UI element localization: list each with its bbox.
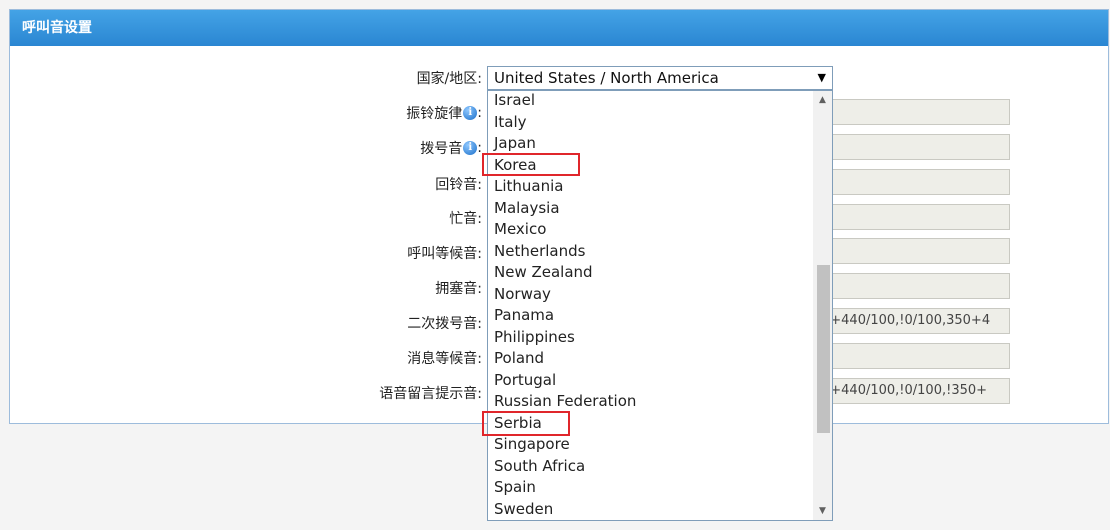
country-option-russian-federation[interactable]: Russian Federation xyxy=(488,391,832,413)
country-label: 国家/地区: xyxy=(417,68,482,88)
dial-tone-label: 拨号音 i: xyxy=(420,140,482,157)
country-option-israel[interactable]: Israel xyxy=(488,91,832,112)
country-option-south-africa[interactable]: South Africa xyxy=(488,456,832,478)
country-select[interactable]: United States / North America ▼ xyxy=(487,66,833,90)
country-option-sweden[interactable]: Sweden xyxy=(488,499,832,521)
ring-melody-label: 振铃旋律 i: xyxy=(406,105,482,122)
congestion-tone-field[interactable] xyxy=(820,273,1010,299)
highlight-box-serbia xyxy=(482,411,570,436)
country-option-norway[interactable]: Norway xyxy=(488,284,832,306)
country-option-singapore[interactable]: Singapore xyxy=(488,434,832,456)
call-waiting-tone-field[interactable] xyxy=(820,238,1010,264)
country-option-malaysia[interactable]: Malaysia xyxy=(488,198,832,220)
congestion-tone-label: 拥塞音: xyxy=(435,278,482,298)
busy-tone-label-text: 忙音: xyxy=(449,211,482,227)
country-option-poland[interactable]: Poland xyxy=(488,348,832,370)
highlight-box-korea xyxy=(482,153,580,176)
country-option-philippines[interactable]: Philippines xyxy=(488,327,832,349)
ringback-tone-label-text: 回铃音: xyxy=(435,177,482,193)
country-option-portugal[interactable]: Portugal xyxy=(488,370,832,392)
country-option-panama[interactable]: Panama xyxy=(488,305,832,327)
ringback-tone-label: 回铃音: xyxy=(435,174,482,194)
congestion-tone-label-text: 拥塞音: xyxy=(435,281,482,297)
message-waiting-tone-label: 消息等候音: xyxy=(407,348,482,368)
country-label-text: 国家/地区: xyxy=(416,71,482,87)
ring-melody-field[interactable] xyxy=(820,99,1010,125)
scroll-down-arrow-icon[interactable]: ▼ xyxy=(813,506,832,516)
country-option-new-zealand[interactable]: New Zealand xyxy=(488,262,832,284)
panel-title: 呼叫音设置 xyxy=(10,10,1108,46)
info-icon[interactable]: i xyxy=(463,141,478,155)
country-option-japan[interactable]: Japan xyxy=(488,133,832,155)
second-dial-tone-label: 二次拨号音: xyxy=(407,313,482,333)
dial-tone-field[interactable] xyxy=(820,134,1010,160)
ring-melody-label-text: 振铃旋律 xyxy=(406,106,463,122)
dropdown-arrow-icon[interactable]: ▼ xyxy=(818,67,826,89)
call-waiting-tone-label-text: 呼叫等候音: xyxy=(407,246,482,262)
info-icon[interactable]: i xyxy=(463,106,478,120)
country-option-netherlands[interactable]: Netherlands xyxy=(488,241,832,263)
second-dial-tone-field[interactable]: 0+440/100,!0/100,350+4 xyxy=(820,308,1010,334)
scrollbar-thumb[interactable] xyxy=(817,265,830,433)
country-option-italy[interactable]: Italy xyxy=(488,112,832,134)
second-dial-tone-label-text: 二次拨号音: xyxy=(407,316,482,332)
voicemail-prompt-tone-label: 语音留言提示音: xyxy=(379,383,482,403)
busy-tone-label: 忙音: xyxy=(449,208,482,228)
country-select-value: United States / North America xyxy=(494,69,719,87)
dropdown-scrollbar[interactable]: ▲ ▼ xyxy=(813,91,832,520)
voicemail-prompt-tone-label-text: 语音留言提示音: xyxy=(379,386,482,402)
message-waiting-tone-label-text: 消息等候音: xyxy=(407,351,482,367)
busy-tone-field[interactable] xyxy=(820,204,1010,230)
call-waiting-tone-label: 呼叫等候音: xyxy=(407,243,482,263)
dial-tone-label-text: 拨号音 xyxy=(420,141,463,157)
country-option-mexico[interactable]: Mexico xyxy=(488,219,832,241)
message-waiting-tone-field[interactable] xyxy=(820,343,1010,369)
country-option-spain[interactable]: Spain xyxy=(488,477,832,499)
country-option-lithuania[interactable]: Lithuania xyxy=(488,176,832,198)
voicemail-prompt-tone-field[interactable]: 0+440/100,!0/100,!350+ xyxy=(820,378,1010,404)
scroll-up-arrow-icon[interactable]: ▲ xyxy=(813,95,832,105)
ringback-tone-field[interactable] xyxy=(820,169,1010,195)
